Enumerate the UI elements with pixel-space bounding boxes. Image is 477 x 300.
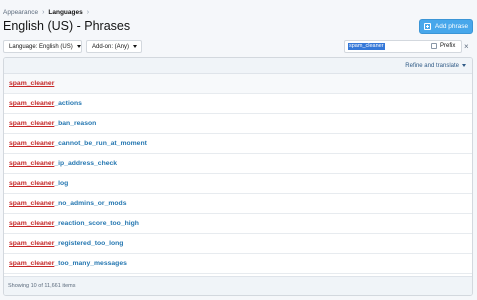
list-item[interactable]: spam_cleaner _no_admins_or_mods (4, 194, 472, 214)
phrase-title-suffix: _cannot_be_run_at_moment (54, 140, 147, 147)
phrase-title-suffix: _log (54, 180, 69, 187)
phrase-search-value: spam_cleaner (348, 43, 385, 50)
list-item[interactable]: spam_cleaner _ip_address_check (4, 154, 472, 174)
list-item[interactable]: spam_cleaner _actions (4, 94, 472, 114)
refine-label: Refine and translate (405, 62, 459, 69)
chevron-right-icon: › (86, 8, 90, 16)
phrase-title-suffix: _actions (54, 100, 82, 107)
caret-down-icon (76, 45, 81, 48)
phrase-match-highlight: spam_cleaner (9, 120, 55, 127)
list-item[interactable]: spam_cleaner _cannot_be_run_at_moment (4, 134, 472, 154)
list-header: Refine and translate (4, 58, 472, 74)
phrase-title-suffix: _registered_too_long (54, 240, 124, 247)
item-count: Showing 10 of 11,661 items (8, 283, 76, 289)
language-filter-dropdown[interactable]: Language: English (US) (3, 40, 82, 53)
phrase-match-highlight: spam_cleaner (9, 200, 55, 207)
page-title: English (US) - Phrases (3, 19, 131, 33)
list-footer: Showing 10 of 11,661 items (4, 276, 472, 295)
list-item[interactable]: spam_cleaner (4, 74, 472, 94)
prefix-label: Prefix (440, 43, 456, 49)
phrase-title-suffix: _ban_reason (54, 120, 97, 127)
phrase-match-highlight: spam_cleaner (9, 220, 55, 227)
list-item[interactable]: spam_cleaner _log (4, 174, 472, 194)
list-item[interactable]: spam_cleaner _reaction_score_too_high (4, 214, 472, 234)
phrase-title-suffix: _too_many_messages (54, 260, 127, 267)
phrase-match-highlight: spam_cleaner (9, 160, 55, 167)
phrase-title-suffix: _no_admins_or_mods (54, 200, 127, 207)
phrase-match-highlight: spam_cleaner (9, 80, 55, 87)
prefix-checkbox[interactable]: Prefix (431, 43, 455, 49)
phrase-match-highlight: spam_cleaner (9, 100, 55, 107)
add-box-icon (423, 23, 431, 30)
checkbox-icon (431, 43, 437, 49)
phrase-match-highlight: spam_cleaner (9, 140, 55, 147)
add-phrase-button[interactable]: Add phrase (419, 19, 473, 34)
breadcrumb-appearance[interactable]: Appearance (3, 9, 38, 16)
addon-filter-dropdown[interactable]: Add-on: (Any) (86, 40, 142, 53)
breadcrumb-languages[interactable]: Languages (48, 9, 82, 16)
phrase-title-suffix: _ip_address_check (54, 160, 118, 167)
list-item[interactable]: spam_cleaner _ban_reason (4, 114, 472, 134)
addon-filter-label: Add-on: (Any) (92, 43, 130, 50)
language-filter-label: Language: English (US) (9, 43, 73, 50)
phrase-match-highlight: spam_cleaner (9, 260, 55, 267)
caret-down-icon (133, 45, 138, 48)
filter-bar: Language: English (US) Add-on: (Any) spa… (3, 40, 473, 54)
chevron-right-icon: › (42, 8, 45, 16)
phrase-title-suffix: _reaction_score_too_high (54, 220, 139, 227)
refine-and-translate-menu[interactable]: Refine and translate (405, 63, 466, 69)
phrase-list: Refine and translate spam_cleaner spam_c… (3, 57, 473, 296)
list-item[interactable]: spam_cleaner _registered_too_long (4, 234, 472, 254)
caret-down-icon (462, 64, 466, 67)
add-phrase-label: Add phrase (434, 23, 469, 30)
phrase-match-highlight: spam_cleaner (9, 240, 55, 247)
breadcrumb: Appearance › Languages › (3, 7, 93, 17)
clear-search-icon[interactable]: × (464, 42, 469, 51)
list-item[interactable]: spam_cleaner _too_many_messages (4, 254, 472, 274)
phrase-match-highlight: spam_cleaner (9, 180, 55, 187)
